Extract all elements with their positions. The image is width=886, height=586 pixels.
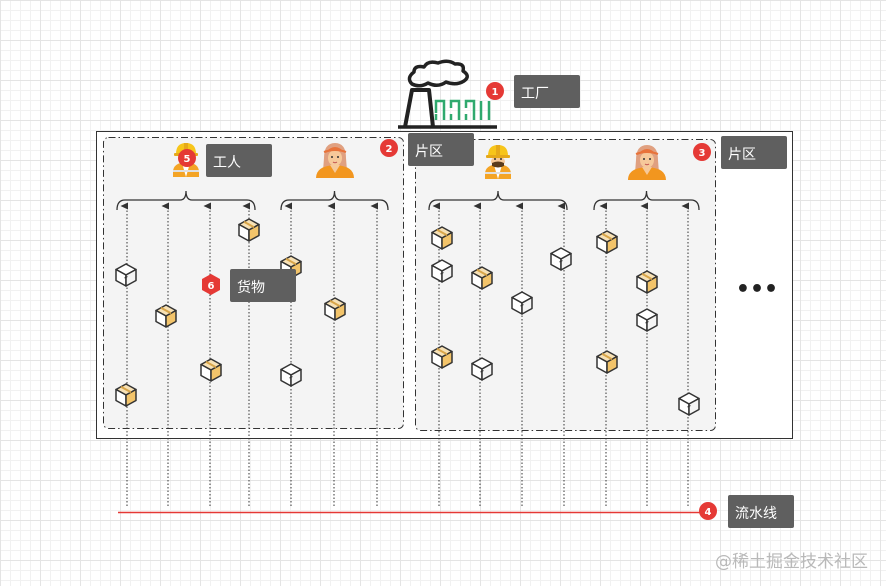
cargo-box [550,247,572,271]
cargo-box [115,263,137,287]
cargo-box [678,392,700,416]
svg-text:6: 6 [208,281,215,292]
cargo-box [115,383,137,407]
cargo-box [636,270,658,294]
more-indicator: ••• [736,277,778,302]
cargo-box [238,218,260,242]
svg-text:流水线: 流水线 [735,506,777,522]
svg-text:工人: 工人 [213,155,241,171]
svg-text:5: 5 [184,154,191,165]
svg-text:片区: 片区 [728,147,756,163]
factory-diagram: ••• 1 工厂 2 片区 3 片区 4 流水线 工人 5 货物 6 [96,59,794,528]
svg-text:工厂: 工厂 [521,86,549,102]
cargo-box [431,345,453,369]
svg-text:3: 3 [699,148,706,159]
svg-text:片区: 片区 [415,144,443,160]
svg-text:货物: 货物 [237,279,265,296]
cargo-box [280,363,302,387]
callout-pipeline: 4 流水线 [699,495,794,528]
cargo-box [596,230,618,254]
watermark: @稀土掘金技术社区 [715,552,868,572]
cargo-box [596,350,618,374]
cargo-box [431,259,453,283]
zone-right [415,139,716,431]
cargo-box [636,308,658,332]
cargo-box [511,291,533,315]
callout-factory: 1 工厂 [486,75,580,108]
cargo-box [324,297,346,321]
cargo-box [431,226,453,250]
factory-icon [398,59,497,129]
cargo-box [155,304,177,328]
svg-text:1: 1 [492,87,499,98]
cargo-box [200,358,222,382]
cargo-box [471,357,493,381]
svg-text:2: 2 [386,144,393,155]
cargo-box [471,266,493,290]
svg-text:4: 4 [705,507,712,518]
